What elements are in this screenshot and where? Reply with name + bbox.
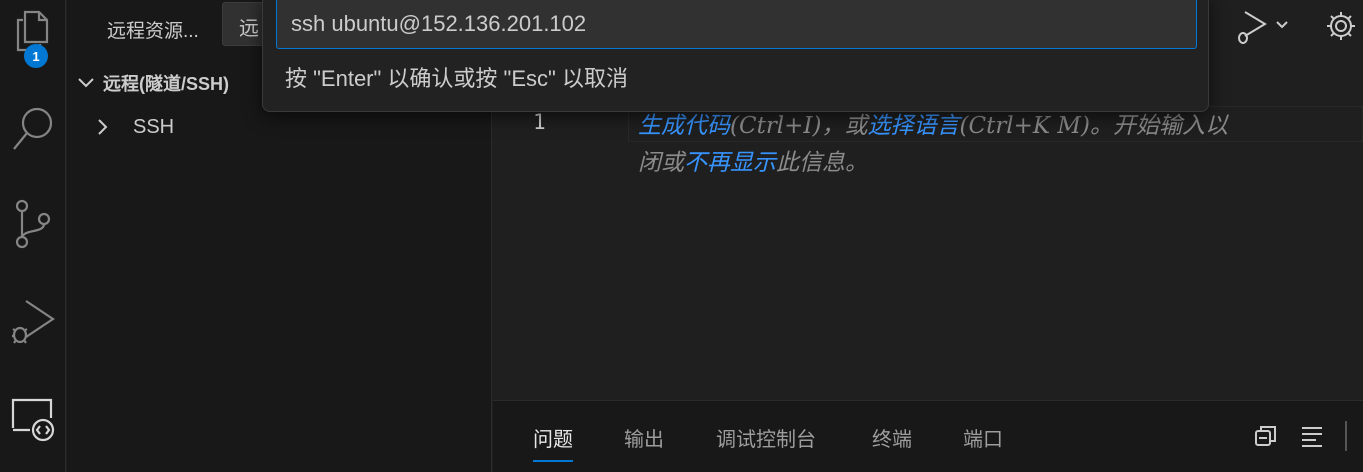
quick-input-message: 按 "Enter" 以确认或按 "Esc" 以取消 [285, 66, 628, 91]
tab-terminal[interactable]: 终端 [872, 423, 912, 452]
line-number: 1 [533, 110, 546, 134]
remote-section-title: 远程(隧道/SSH) [103, 74, 229, 94]
restore-panel-icon[interactable] [1253, 423, 1279, 453]
quick-input-widget: ssh ubuntu@152.136.201.102 按 "Enter" 以确认… [262, 0, 1209, 112]
editor-hint-text: 生成代码(Ctrl+I)，或选择语言(Ctrl+K M)。开始输入以 闭或不再显… [638, 108, 1363, 182]
hint-text-part4: (Ctrl+K M)。开始输入以 [959, 113, 1228, 139]
bottom-panel: 问题 输出 调试控制台 终端 端口 [493, 400, 1363, 472]
quick-input-field[interactable]: ssh ubuntu@152.136.201.102 [276, 0, 1197, 49]
tab-output[interactable]: 输出 [624, 423, 664, 452]
hint-text-line2-part1: 闭或 [638, 150, 684, 176]
hint-text-part2: (Ctrl+I)，或 [730, 113, 868, 139]
source-control-icon [13, 199, 53, 253]
run-debug-icon [10, 295, 56, 349]
tab-ports[interactable]: 端口 [963, 423, 1003, 452]
source-control-button[interactable] [0, 196, 66, 256]
run-debug-dropdown-button[interactable] [1237, 8, 1297, 52]
hint-text-line2-part2: 此信息。 [776, 150, 868, 176]
hint-line-2: 闭或不再显示此信息。 [638, 145, 1363, 182]
dont-show-again-link[interactable]: 不再显示 [684, 150, 776, 176]
panel-actions [1253, 421, 1363, 451]
generate-code-link[interactable]: 生成代码 [638, 113, 730, 139]
word-wrap-icon[interactable] [1299, 423, 1325, 453]
tree-item-label: SSH [133, 115, 175, 138]
explorer-badge: 1 [24, 44, 48, 68]
sidebar-title: 远程资源... [107, 21, 199, 42]
remote-explorer-icon [10, 394, 56, 446]
search-button[interactable] [0, 100, 66, 160]
select-language-link[interactable]: 选择语言 [868, 113, 960, 139]
hint-line-1: 生成代码(Ctrl+I)，或选择语言(Ctrl+K M)。开始输入以 [638, 108, 1363, 145]
chevron-down-icon [77, 73, 103, 93]
tab-problems[interactable]: 问题 [533, 423, 573, 462]
search-icon [11, 103, 55, 157]
explorer-button[interactable]: 1 [0, 2, 66, 68]
tab-debug-console[interactable]: 调试控制台 [716, 423, 816, 452]
vscode-window: 1 远程资源... 远 远程(隧道/SSH) SSH 1 生成代码(Ctrl+I… [0, 0, 1363, 472]
activity-bar: 1 [0, 0, 66, 472]
panel-divider [1345, 421, 1347, 451]
chevron-right-icon [97, 118, 133, 136]
tree-item-ssh[interactable]: SSH [67, 110, 492, 144]
remote-explorer-button[interactable] [0, 390, 66, 450]
gear-icon[interactable] [1325, 10, 1357, 46]
run-debug-button[interactable] [0, 292, 66, 352]
editor-toolbar [1223, 0, 1363, 56]
